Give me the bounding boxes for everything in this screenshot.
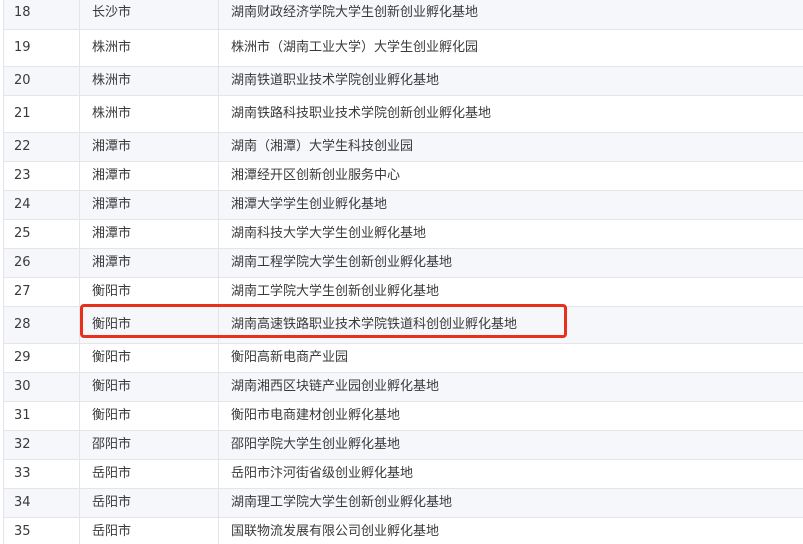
incubator-table-container: 18 长沙市 湖南财政经济学院大学生创新创业孵化基地 19 株洲市 株洲市（湖南工业大学）… [3,0,803,544]
table-row: 28 衡阳市 湖南高速铁路职业技术学院铁道科创创业孵化基地 [3,306,803,344]
row-number: 30 [3,372,80,402]
table-row: 35 岳阳市 国联物流发展有限公司创业孵化基地 [3,517,803,544]
row-city: 湘潭市 [79,248,219,278]
row-number: 33 [3,459,80,489]
row-city: 衡阳市 [79,372,219,402]
row-name: 国联物流发展有限公司创业孵化基地 [218,517,803,544]
table-row: 34 岳阳市 湖南理工学院大学生创新创业孵化基地 [3,488,803,518]
row-city: 衡阳市 [79,306,219,344]
row-city: 株洲市 [79,66,219,96]
row-city: 岳阳市 [79,459,219,489]
row-city: 衡阳市 [79,277,219,307]
row-name: 湖南湘西区块链产业园创业孵化基地 [218,372,803,402]
table-row: 27 衡阳市 湖南工学院大学生创新创业孵化基地 [3,277,803,307]
row-number: 23 [3,161,80,191]
row-city: 衡阳市 [79,343,219,373]
row-number: 20 [3,66,80,96]
row-name: 湖南铁道职业技术学院创业孵化基地 [218,66,803,96]
row-number: 32 [3,430,80,460]
table-row: 20 株洲市 湖南铁道职业技术学院创业孵化基地 [3,66,803,96]
row-number: 26 [3,248,80,278]
table-row: 33 岳阳市 岳阳市汴河街省级创业孵化基地 [3,459,803,489]
row-city: 岳阳市 [79,488,219,518]
row-number: 31 [3,401,80,431]
row-number: 35 [3,517,80,544]
row-city: 株洲市 [79,29,219,67]
table-row: 22 湘潭市 湖南（湘潭）大学生科技创业园 [3,132,803,162]
row-city: 长沙市 [79,0,219,30]
table-row: 23 湘潭市 湘潭经开区创新创业服务中心 [3,161,803,191]
row-name: 湖南铁路科技职业技术学院创新创业孵化基地 [218,95,803,133]
row-name: 湘潭大学学生创业孵化基地 [218,190,803,220]
row-name: 湖南理工学院大学生创新创业孵化基地 [218,488,803,518]
row-number: 34 [3,488,80,518]
row-number: 25 [3,219,80,249]
row-city: 衡阳市 [79,401,219,431]
table-row: 19 株洲市 株洲市（湖南工业大学）大学生创业孵化园 [3,29,803,67]
row-name: 衡阳高新电商产业园 [218,343,803,373]
row-number: 24 [3,190,80,220]
table-row: 32 邵阳市 邵阳学院大学生创业孵化基地 [3,430,803,460]
table-row: 30 衡阳市 湖南湘西区块链产业园创业孵化基地 [3,372,803,402]
row-city: 湘潭市 [79,161,219,191]
row-city: 湘潭市 [79,190,219,220]
row-number: 29 [3,343,80,373]
table-row: 18 长沙市 湖南财政经济学院大学生创新创业孵化基地 [3,0,803,30]
row-name: 邵阳学院大学生创业孵化基地 [218,430,803,460]
row-city: 湘潭市 [79,132,219,162]
incubator-table: 18 长沙市 湖南财政经济学院大学生创新创业孵化基地 19 株洲市 株洲市（湖南工业大学）… [3,0,803,544]
row-name: 湘潭经开区创新创业服务中心 [218,161,803,191]
row-name: 岳阳市汴河街省级创业孵化基地 [218,459,803,489]
row-name: 湖南（湘潭）大学生科技创业园 [218,132,803,162]
row-number: 28 [3,306,80,344]
row-name: 衡阳市电商建材创业孵化基地 [218,401,803,431]
row-number: 18 [3,0,80,30]
row-number: 27 [3,277,80,307]
row-city: 株洲市 [79,95,219,133]
row-number: 21 [3,95,80,133]
row-name: 湖南工程学院大学生创新创业孵化基地 [218,248,803,278]
table-row: 26 湘潭市 湖南工程学院大学生创新创业孵化基地 [3,248,803,278]
row-city: 岳阳市 [79,517,219,544]
row-number: 22 [3,132,80,162]
row-city: 邵阳市 [79,430,219,460]
table-row: 29 衡阳市 衡阳高新电商产业园 [3,343,803,373]
table-row: 31 衡阳市 衡阳市电商建材创业孵化基地 [3,401,803,431]
row-name: 湖南高速铁路职业技术学院铁道科创创业孵化基地 [218,306,803,344]
row-number: 19 [3,29,80,67]
table-row: 24 湘潭市 湘潭大学学生创业孵化基地 [3,190,803,220]
row-name: 湖南财政经济学院大学生创新创业孵化基地 [218,0,803,30]
row-name: 湖南工学院大学生创新创业孵化基地 [218,277,803,307]
table-row: 21 株洲市 湖南铁路科技职业技术学院创新创业孵化基地 [3,95,803,133]
table-body: 18 长沙市 湖南财政经济学院大学生创新创业孵化基地 19 株洲市 株洲市（湖南工业大学）… [3,0,803,544]
row-name: 株洲市（湖南工业大学）大学生创业孵化园 [218,29,803,67]
row-name: 湖南科技大学大学生创业孵化基地 [218,219,803,249]
table-row: 25 湘潭市 湖南科技大学大学生创业孵化基地 [3,219,803,249]
row-city: 湘潭市 [79,219,219,249]
